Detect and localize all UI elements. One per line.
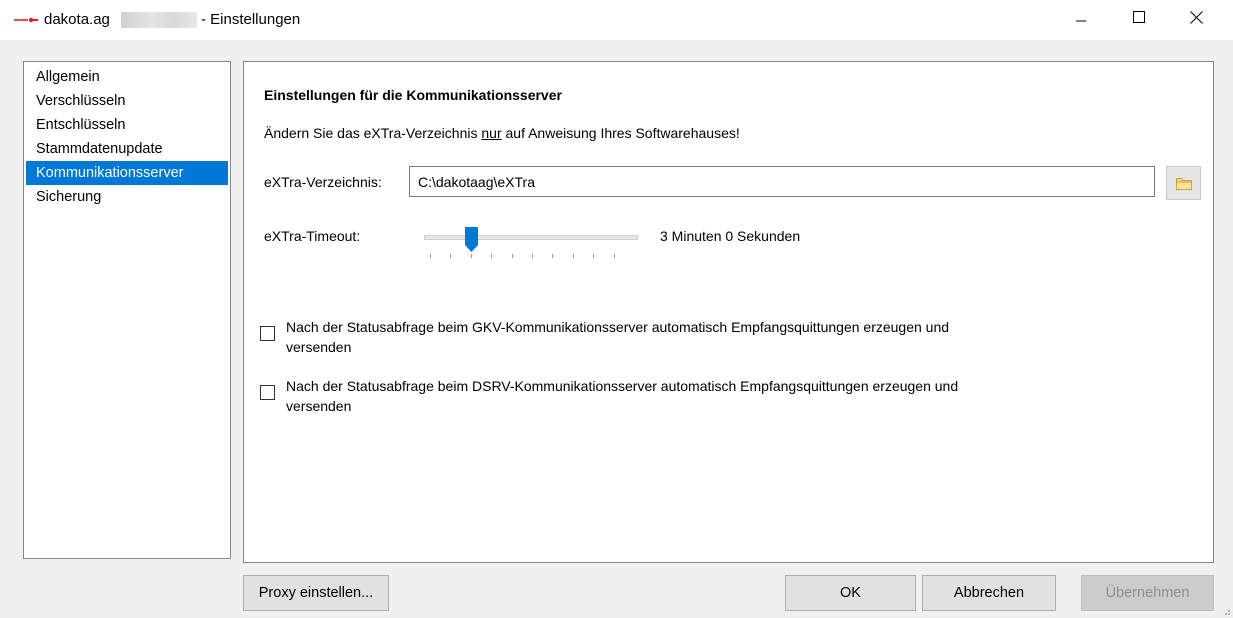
gkv-receipt-checkbox[interactable] bbox=[260, 326, 275, 341]
browse-directory-button[interactable] bbox=[1166, 166, 1201, 200]
slider-tick bbox=[430, 254, 431, 258]
dakota-logo-icon bbox=[14, 17, 38, 23]
title-bar: dakota.ag - Einstellungen bbox=[0, 0, 1233, 40]
cancel-button[interactable]: Abbrechen bbox=[922, 575, 1056, 611]
extra-directory-label: eXTra-Verzeichnis: bbox=[264, 174, 382, 190]
dsrv-receipt-option[interactable]: Nach der Statusabfrage beim DSRV-Kommuni… bbox=[260, 376, 986, 416]
minimize-icon bbox=[1076, 20, 1086, 22]
slider-tick bbox=[450, 254, 452, 258]
dsrv-receipt-label[interactable]: Nach der Statusabfrage beim DSRV-Kommuni… bbox=[286, 376, 986, 416]
close-button[interactable] bbox=[1173, 0, 1219, 34]
notice-text-end: auf Anweisung Ihres Softwarehauses! bbox=[501, 125, 740, 141]
extra-timeout-slider[interactable] bbox=[424, 222, 638, 262]
settings-panel: Einstellungen für die Kommunikationsserv… bbox=[243, 61, 1214, 563]
notice-text-emphasis: nur bbox=[481, 125, 502, 141]
sidebar-item-kommunikationsserver[interactable]: Kommunikationsserver bbox=[26, 161, 228, 185]
slider-tick bbox=[572, 254, 574, 258]
panel-notice: Ändern Sie das eXTra-Verzeichnis nur auf… bbox=[264, 125, 740, 141]
gkv-receipt-option[interactable]: Nach der Statusabfrage beim GKV-Kommunik… bbox=[260, 317, 986, 357]
extra-timeout-label: eXTra-Timeout: bbox=[264, 228, 361, 244]
slider-tick bbox=[511, 254, 513, 258]
gkv-receipt-label[interactable]: Nach der Statusabfrage beim GKV-Kommunik… bbox=[286, 317, 986, 357]
slider-tick bbox=[532, 254, 533, 258]
slider-tick bbox=[552, 254, 554, 258]
sidebar-item-stammdatenupdate[interactable]: Stammdatenupdate bbox=[26, 137, 228, 161]
slider-tick bbox=[613, 254, 615, 258]
sidebar-item-sicherung[interactable]: Sicherung bbox=[26, 185, 228, 209]
panel-heading: Einstellungen für die Kommunikationsserv… bbox=[264, 87, 562, 103]
window-title-suffix: - Einstellungen bbox=[201, 11, 301, 28]
sidebar-item-verschluesseln[interactable]: Verschlüsseln bbox=[26, 89, 228, 113]
sidebar-item-allgemein[interactable]: Allgemein bbox=[26, 65, 228, 89]
ok-button[interactable]: OK bbox=[785, 575, 916, 611]
slider-thumb[interactable] bbox=[464, 227, 478, 252]
maximize-icon bbox=[1133, 11, 1145, 23]
folder-icon bbox=[1175, 177, 1192, 190]
minimize-button[interactable] bbox=[1058, 0, 1104, 34]
slider-tick bbox=[470, 254, 472, 258]
maximize-button[interactable] bbox=[1116, 0, 1162, 34]
resize-grip-icon[interactable] bbox=[1221, 606, 1231, 616]
extra-directory-input[interactable] bbox=[409, 166, 1155, 197]
redacted-text bbox=[121, 12, 197, 28]
extra-timeout-value: 3 Minuten 0 Sekunden bbox=[660, 228, 801, 244]
slider-tick bbox=[491, 254, 493, 258]
close-icon bbox=[1189, 10, 1203, 24]
notice-text-start: Ändern Sie das eXTra-Verzeichnis bbox=[264, 125, 482, 141]
slider-track bbox=[424, 235, 638, 240]
slider-tick bbox=[593, 254, 595, 258]
apply-button[interactable]: Übernehmen bbox=[1081, 575, 1214, 611]
dsrv-receipt-checkbox[interactable] bbox=[260, 385, 275, 400]
sidebar-item-entschluesseln[interactable]: Entschlüsseln bbox=[26, 113, 228, 137]
settings-category-list: Allgemein Verschlüsseln Entschlüsseln St… bbox=[23, 61, 231, 559]
proxy-settings-button[interactable]: Proxy einstellen... bbox=[243, 575, 389, 611]
window-title-app: dakota.ag bbox=[44, 11, 110, 28]
